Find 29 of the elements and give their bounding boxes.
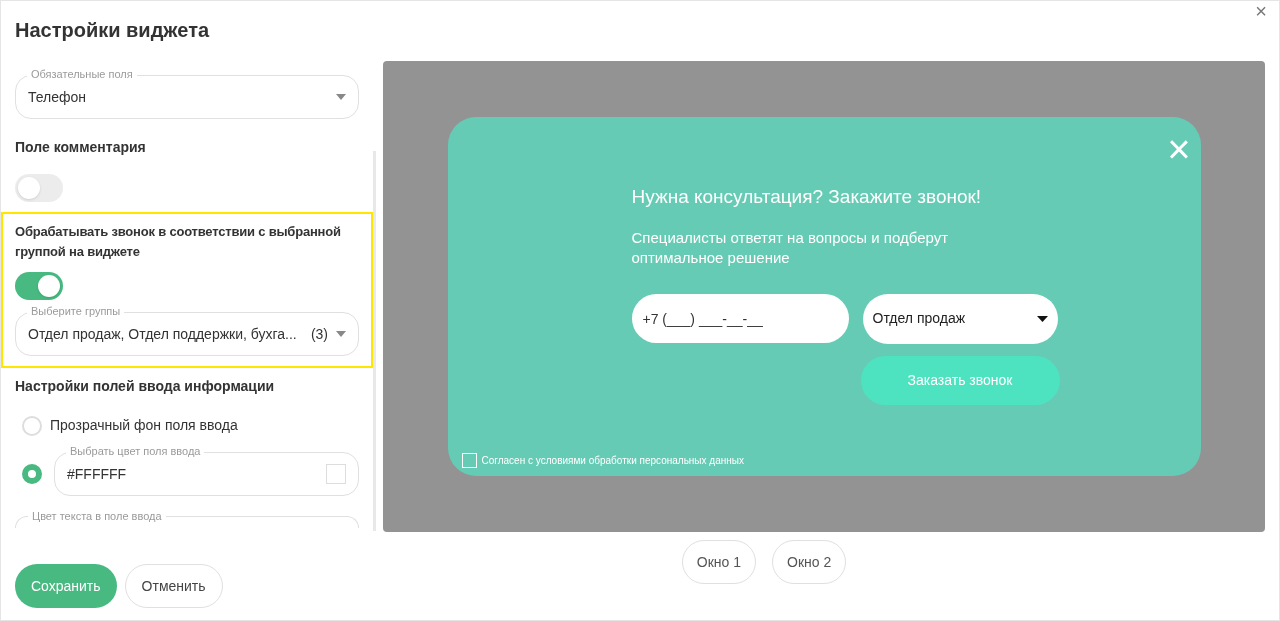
consent-label: Согласен с условиями обработки персональных данных [481,454,744,468]
toggle-switch[interactable] [15,174,63,202]
phone-field[interactable]: +7 (___) ___-__-__ [631,294,849,343]
section-label: Обрабатывать звонок в соответствии с выбранной группой на виджете [15,223,342,261]
color-value: #FFFFFF [67,464,128,484]
scrollbar[interactable] [373,151,376,531]
widget-title: Нужна консультация? Закажите звонок! [631,185,983,209]
widget-subtitle: Специалисты ответят на вопросы и подберут оптимальное решение [631,227,950,268]
window-title: Настройки виджета [15,18,210,43]
caret-icon [336,94,346,100]
caret-icon [336,331,346,337]
field-label: Цвет текста в поле ввода [28,509,166,523]
radio-button[interactable] [22,464,42,484]
count-text: (3) [310,324,328,344]
caret-icon [1036,315,1048,322]
section-label: Настройки полей ввода информации [15,377,276,396]
close-button[interactable]: × [1255,1,1267,21]
color-swatch[interactable] [326,464,346,484]
section-label: Поле комментария [15,138,147,157]
group-select[interactable]: Отдел продаж [862,293,1058,344]
radio-label: Прозрачный фон поля ввода [50,416,238,435]
field-label: Обязательные поля [27,67,137,81]
cancel-button[interactable]: Отменить [124,564,223,608]
checkbox[interactable] [461,453,477,468]
field-label: Выберите группы [27,304,125,318]
toggle-switch[interactable] [15,272,63,300]
select-value: Отдел продаж, Отдел поддержки, бухга... [28,324,298,344]
select-value: Телефон [28,87,88,107]
field-label: Выбрать цвет поля ввода [66,444,205,458]
